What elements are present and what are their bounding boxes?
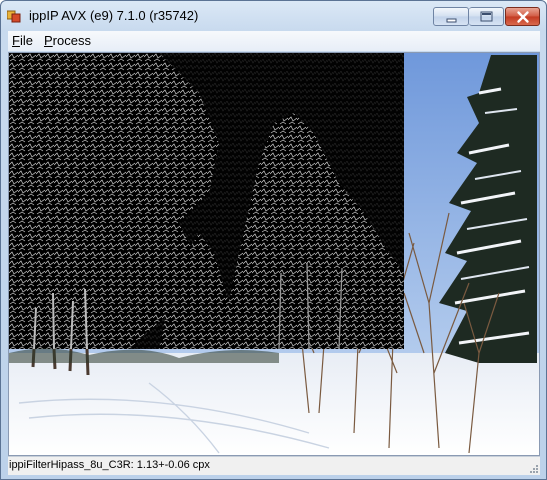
status-text: ippiFilterHipass_8u_C3R: 1.13+-0.06 cpx	[9, 459, 210, 471]
menu-file[interactable]: File	[12, 33, 33, 48]
close-icon	[517, 11, 529, 23]
minimize-icon	[446, 18, 457, 23]
maximize-icon	[480, 11, 493, 22]
title-bar[interactable]: ippIP AVX (e9) 7.1.0 (r35742)	[1, 1, 546, 31]
status-bar: ippiFilterHipass_8u_C3R: 1.13+-0.06 cpx	[8, 456, 540, 475]
close-button[interactable]	[505, 7, 540, 26]
treeline-shrubs	[9, 348, 279, 363]
image-view[interactable]	[8, 52, 540, 456]
resize-grip-icon[interactable]	[528, 463, 539, 474]
filtered-region	[9, 53, 404, 350]
app-window-icon	[7, 10, 21, 23]
app-window: ippIP AVX (e9) 7.1.0 (r35742) File Proce…	[0, 0, 547, 480]
image-canvas	[9, 53, 539, 455]
minimize-button[interactable]	[433, 7, 469, 26]
menu-bar: File Process	[8, 31, 540, 51]
window-title: ippIP AVX (e9) 7.1.0 (r35742)	[29, 8, 199, 23]
maximize-button[interactable]	[469, 7, 504, 26]
menu-process[interactable]: Process	[44, 33, 91, 48]
